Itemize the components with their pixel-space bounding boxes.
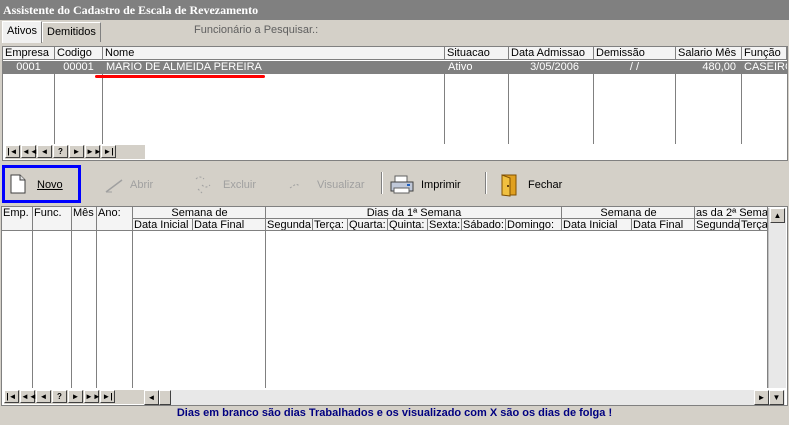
scroll-left-button[interactable]: ◄ [144,390,159,405]
next-page-button-2[interactable]: ►► [84,390,101,403]
col-header-sexta-1[interactable]: Sexta: [428,219,462,231]
group-header-semana-1: Semana de [133,207,266,219]
first-record-button-2[interactable]: |◄ [4,390,19,403]
col-header-sabado-1[interactable]: Sábado: [462,219,506,231]
cell-codigo: 00001 [63,61,94,73]
help-button-2[interactable]: ? [52,390,67,403]
col-header-empresa[interactable]: Empresa [3,47,55,60]
col-header-data-final-1[interactable]: Data Final [193,219,266,231]
excluir-button[interactable]: Excluir [192,170,262,200]
highlight-underline [95,75,265,78]
col-header-data-inicial-2[interactable]: Data Inicial [562,219,632,231]
vertical-scrollbar[interactable]: ▲ [768,208,786,388]
cell-admissao: 3/05/2006 [530,61,579,73]
help-button[interactable]: ? [53,145,68,158]
col-header-nome[interactable]: Nome [103,47,445,60]
col-header-terca-2[interactable]: Terça [740,219,768,231]
col-header-quarta-1[interactable]: Quarta: [348,219,388,231]
col-header-segunda-2[interactable]: Segunda [695,219,740,231]
last-record-button[interactable]: ►| [101,145,116,158]
schedule-grid[interactable]: Emp. Func. Mês Ano: Semana de Dias da 1ª… [1,206,788,406]
scroll-thumb[interactable] [159,390,171,405]
employees-navigator: |◄ ◄◄ ◄ ? ► ►► ►| [5,145,145,159]
open-icon [105,179,123,193]
group-header-dias-1: Dias da 1ª Semana [266,207,562,219]
last-record-button-2[interactable]: ►| [100,390,115,403]
fechar-button[interactable]: Fechar [499,170,569,200]
toolbar: Novo Abrir Excluir Visualizar Imprimir F… [0,165,789,203]
cell-nome: MARIO DE ALMEIDA PEREIRA [106,61,262,73]
scroll-right-button[interactable]: ► [754,390,769,405]
group-header-dias-2: as da 2ª Semana [695,207,768,219]
col-header-demissao[interactable]: Demissão [594,47,676,60]
cell-demissao: / / [629,61,640,73]
exit-door-icon [501,174,517,197]
prior-record-button-2[interactable]: ◄ [36,390,51,403]
cell-funcao: CASEIRO [744,61,787,73]
col-header-situacao[interactable]: Situacao [445,47,509,60]
window-title: Assistente do Cadastro de Escala de Reve… [0,0,789,20]
new-document-icon [10,174,26,194]
footer-note: Dias em branco são dias Trabalhados e os… [176,407,613,419]
visualizar-button[interactable]: Visualizar [288,170,368,200]
novo-button[interactable]: Novo [8,170,78,200]
imprimir-button[interactable]: Imprimir [390,170,470,200]
scroll-up-button[interactable]: ▲ [770,208,785,223]
group-header-semana-2: Semana de [562,207,695,219]
col-header-funcao[interactable]: Função [742,47,787,60]
next-record-button-2[interactable]: ► [68,390,83,403]
printer-icon [390,175,414,194]
tab-demitidos[interactable]: Demitidos [42,22,101,42]
col-header-segunda-1[interactable]: Segunda [266,219,313,231]
next-page-button[interactable]: ►► [85,145,102,158]
col-header-emp[interactable]: Emp. [2,207,33,231]
next-record-button[interactable]: ► [69,145,84,158]
col-header-domingo-1[interactable]: Domingo: [506,219,562,231]
abrir-button[interactable]: Abrir [102,170,162,200]
col-header-data-inicial-1[interactable]: Data Inicial d [133,219,193,231]
col-header-codigo[interactable]: Codigo [55,47,103,60]
prior-page-button-2[interactable]: ◄◄ [20,390,37,403]
col-header-mes[interactable]: Mês [72,207,97,231]
cell-empresa: 0001 [16,61,41,73]
preview-icon [289,183,301,189]
col-header-ano[interactable]: Ano: [97,207,133,231]
tab-ativos[interactable]: Ativos [2,21,42,43]
first-record-button[interactable]: |◄ [5,145,20,158]
schedule-navigator: |◄ ◄◄ ◄ ? ► ►► ►| [4,390,144,404]
horizontal-scrollbar[interactable]: ◄ ► ▼ [144,390,785,405]
col-header-terca-1[interactable]: Terça: [313,219,348,231]
employees-grid[interactable]: Empresa Codigo Nome Situacao Data Admiss… [2,46,788,161]
cell-situacao: Ativo [448,61,473,73]
scroll-down-button[interactable]: ▼ [769,390,784,405]
delete-icon [195,176,211,194]
col-header-quinta-1[interactable]: Quinta: [388,219,428,231]
cell-salario: 480,00 [702,61,736,73]
prior-page-button[interactable]: ◄◄ [21,145,38,158]
col-header-salario[interactable]: Salario Mês [676,47,742,60]
col-header-data-final-2[interactable]: Data Final [632,219,695,231]
prior-record-button[interactable]: ◄ [37,145,52,158]
col-header-func[interactable]: Func. [33,207,72,231]
search-label: Funcionário a Pesquisar.: [194,24,319,36]
col-header-data-admissao[interactable]: Data Admissao [509,47,594,60]
